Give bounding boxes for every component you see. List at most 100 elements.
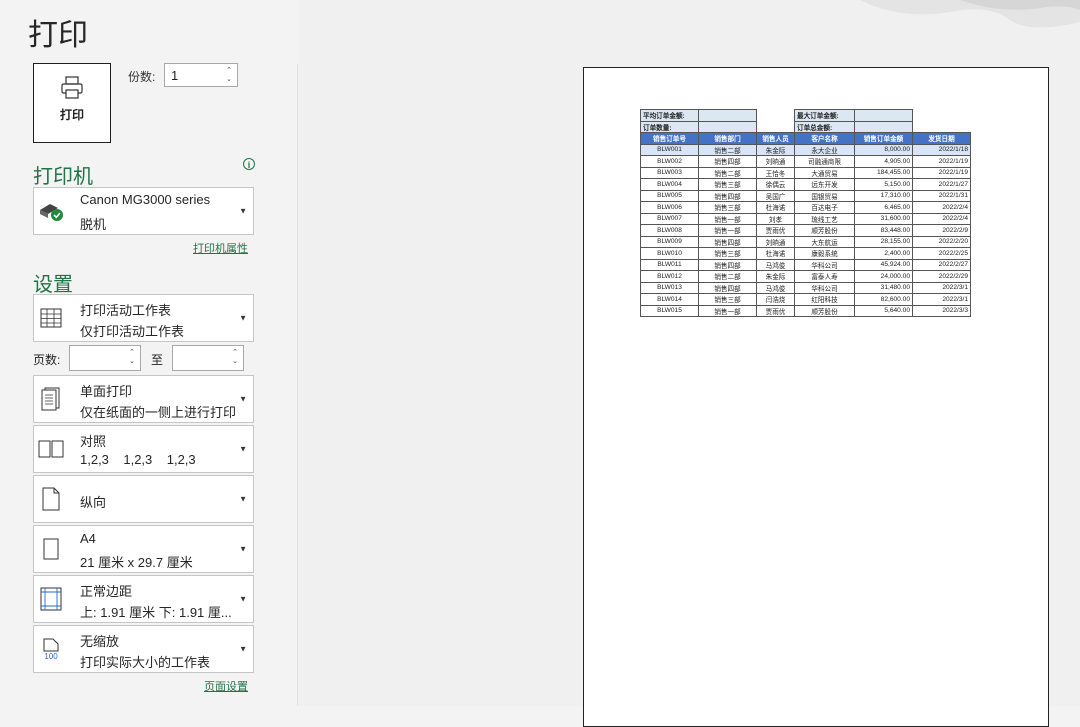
paper-size-select[interactable]: A4 21 厘米 x 29.7 厘米 ▼ <box>33 525 254 573</box>
table-cell: 康毅系统 <box>794 247 855 260</box>
margins-title: 正常边距 <box>80 584 133 599</box>
table-cell: 销售一部 <box>698 224 757 237</box>
collate-icon <box>38 436 64 462</box>
table-row: BLW010 销售三部 杜海诺 康毅系统 2,400.00 2022/2/25 <box>640 247 971 260</box>
table-cell: BLW012 <box>640 270 699 283</box>
pages-label: 页数: <box>33 353 61 367</box>
scaling-title: 无缩放 <box>80 634 120 649</box>
total-order-label: 订单总金额: <box>794 120 855 133</box>
scaling-select[interactable]: 100 无缩放 打印实际大小的工作表 ▼ <box>33 625 254 673</box>
worksheet-grid-icon <box>38 305 64 331</box>
chevron-down-icon: ▼ <box>239 394 247 404</box>
preview-page: 平均订单金额: 最大订单金额: 订单数量: 订单总金额: 销售订单号 销售部门 … <box>583 67 1049 727</box>
table-cell: 华科公司 <box>794 281 855 294</box>
chevron-down-icon: ▼ <box>239 206 247 216</box>
chevron-down-icon: ▼ <box>239 594 247 604</box>
table-cell: 销售二部 <box>698 166 757 179</box>
table-cell: 销售三部 <box>698 201 757 214</box>
table-cell: 45,924.00 <box>854 258 913 271</box>
background-decoration <box>860 0 1080 28</box>
avg-order-label: 平均订单金额: <box>640 109 699 122</box>
table-cell: 销售一部 <box>698 212 757 225</box>
table-row: BLW013 销售四部 马鸿俊 华科公司 31,480.00 2022/3/1 <box>640 281 971 294</box>
collate-select[interactable]: 对照 1,2,3 1,2,3 1,2,3 ▼ <box>33 425 254 473</box>
table-cell: 朱金际 <box>756 143 795 156</box>
collate-desc: 1,2,3 1,2,3 1,2,3 <box>80 452 196 467</box>
printer-icon <box>61 76 83 99</box>
table-cell: BLW011 <box>640 258 699 271</box>
column-header: 发货日期 <box>912 132 971 145</box>
paper-size-title: A4 <box>80 531 96 546</box>
table-cell: 富泰人寿 <box>794 270 855 283</box>
table-cell: 销售三部 <box>698 293 757 306</box>
table-cell: 永大企业 <box>794 143 855 156</box>
chevron-down-icon: ▼ <box>239 544 247 554</box>
table-row: BLW008 销售一部 贾雨优 顺芳股份 83,448.00 2022/2/9 <box>640 224 971 237</box>
copies-input[interactable]: 1 ⌃ ⌄ <box>164 63 238 87</box>
table-cell: 31,600.00 <box>854 212 913 225</box>
table-cell: 销售三部 <box>698 178 757 191</box>
table-cell: 31,480.00 <box>854 281 913 294</box>
table-cell: 马鸿俊 <box>756 258 795 271</box>
table-cell: 销售四部 <box>698 258 757 271</box>
table-cell: 2022/1/18 <box>912 143 971 156</box>
table-cell: BLW007 <box>640 212 699 225</box>
table-row: BLW006 销售三部 杜海诺 百达电子 6,465.00 2022/2/4 <box>640 201 971 214</box>
table-cell: 司融通商限 <box>794 155 855 168</box>
table-row: BLW015 销售一部 贾雨优 顺芳股份 5,640.00 2022/3/3 <box>640 304 971 317</box>
printer-heading: 打印机 <box>33 164 93 188</box>
print-button[interactable]: 打印 <box>33 63 111 143</box>
pages-to-spinner[interactable]: ⌃ ⌄ <box>229 348 241 366</box>
scaling-icon-text: 100 <box>44 651 58 661</box>
table-cell: 2022/2/27 <box>912 258 971 271</box>
column-header: 销售订单号 <box>640 132 699 145</box>
printer-properties-link[interactable]: 打印机属性 <box>193 240 248 256</box>
collate-title: 对照 <box>80 434 107 449</box>
table-cell: 4,905.00 <box>854 155 913 168</box>
pages-to-input[interactable]: ⌃ ⌄ <box>172 345 244 371</box>
copies-spinner[interactable]: ⌃ ⌄ <box>223 66 235 84</box>
table-header-row: 销售订单号 销售部门 销售人员 客户名称 销售订单金额 发货日期 <box>640 132 971 145</box>
table-cell: 国银贸易 <box>794 189 855 202</box>
table-cell: BLW003 <box>640 166 699 179</box>
print-what-select[interactable]: 打印活动工作表 仅打印活动工作表 ▼ <box>33 294 254 342</box>
table-cell: 闫浩烧 <box>756 293 795 306</box>
info-icon[interactable]: i <box>243 158 255 170</box>
table-cell: 2022/1/31 <box>912 189 971 202</box>
order-count-label: 订单数量: <box>640 120 699 133</box>
table-cell: BLW014 <box>640 293 699 306</box>
table-cell: 24,000.00 <box>854 270 913 283</box>
table-cell: BLW015 <box>640 304 699 317</box>
total-order-value <box>854 120 913 133</box>
printer-select[interactable]: Canon MG3000 series 脱机 ▼ <box>33 187 254 235</box>
scaling-icon: 100 <box>38 636 64 662</box>
sides-select[interactable]: 单面打印 仅在纸面的一侧上进行打印 ▼ <box>33 375 254 423</box>
page-setup-link[interactable]: 页面设置 <box>204 678 248 694</box>
single-sided-icon <box>38 386 64 412</box>
paper-size-desc: 21 厘米 x 29.7 厘米 <box>80 555 193 570</box>
table-row: BLW004 销售三部 徐偶云 远东开发 5,150.00 2022/1/27 <box>640 178 971 191</box>
margins-select[interactable]: 正常边距 上: 1.91 厘米 下: 1.91 厘... ▼ <box>33 575 254 623</box>
orientation-select[interactable]: 纵向 ▼ <box>33 475 254 523</box>
orientation-title: 纵向 <box>80 495 107 510</box>
table-cell: 王恰冬 <box>756 166 795 179</box>
pages-from-spinner[interactable]: ⌃ ⌄ <box>126 348 138 366</box>
table-cell: BLW010 <box>640 247 699 260</box>
table-cell: 销售三部 <box>698 247 757 260</box>
table-row: BLW002 销售四部 刘晌通 司融通商限 4,905.00 2022/1/19 <box>640 155 971 168</box>
table-cell: 82,600.00 <box>854 293 913 306</box>
table-cell: 83,448.00 <box>854 224 913 237</box>
chevron-down-icon: ▼ <box>239 444 247 454</box>
pages-from-input[interactable]: ⌃ ⌄ <box>69 345 141 371</box>
table-cell: BLW004 <box>640 178 699 191</box>
table-cell: 销售四部 <box>698 281 757 294</box>
table-cell: BLW002 <box>640 155 699 168</box>
table-row: BLW003 销售二部 王恰冬 大通贸易 184,455.00 2022/1/19 <box>640 166 971 179</box>
table-cell: 琉线工艺 <box>794 212 855 225</box>
table-cell: 刘孝 <box>756 212 795 225</box>
column-header: 销售订单金额 <box>854 132 913 145</box>
table-cell: 徐偶云 <box>756 178 795 191</box>
table-cell: BLW001 <box>640 143 699 156</box>
table-cell: 2022/2/9 <box>912 224 971 237</box>
table-cell: 2,400.00 <box>854 247 913 260</box>
